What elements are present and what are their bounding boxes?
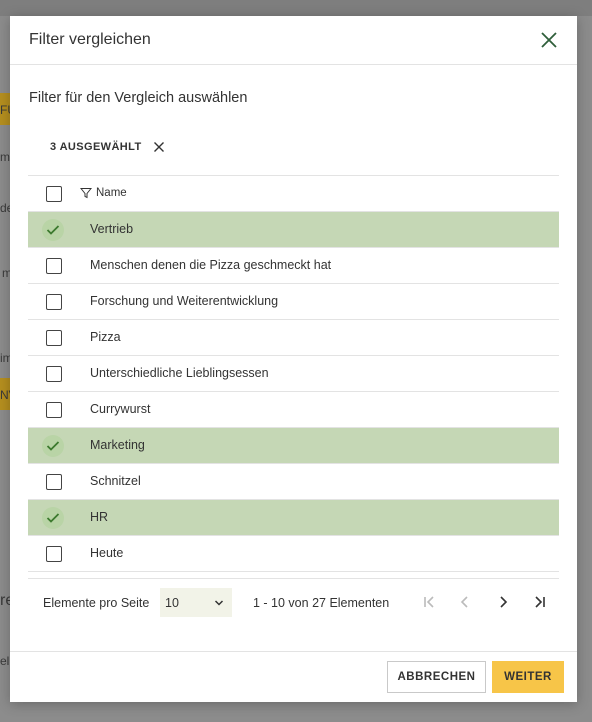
- close-icon[interactable]: [537, 28, 561, 52]
- page-size-value: 10: [165, 596, 179, 610]
- row-label: Vertrieb: [90, 222, 134, 236]
- table-row[interactable]: Forschung und Weiterentwicklung: [28, 284, 559, 320]
- dialog-title: Filter vergleichen: [29, 31, 151, 48]
- row-label: Pizza: [90, 330, 121, 344]
- selection-chip: 3 AUSGEWÄHLT: [50, 136, 166, 158]
- row-label: Schnitzel: [90, 474, 141, 488]
- row-checkbox-checked[interactable]: [42, 219, 64, 241]
- row-label: HR: [90, 510, 109, 524]
- row-checkbox[interactable]: [46, 402, 62, 418]
- row-label: Forschung und Weiterentwicklung: [90, 294, 279, 308]
- row-checkbox[interactable]: [46, 294, 62, 310]
- row-label: Unterschiedliche Lieblingsessen: [90, 366, 269, 380]
- next-page-icon[interactable]: [493, 592, 513, 612]
- row-checkbox-checked[interactable]: [42, 435, 64, 457]
- check-icon: [46, 225, 60, 235]
- filter-compare-dialog: Filter vergleichen Filter für den Vergle…: [10, 16, 577, 702]
- background-header-bar: [0, 0, 592, 16]
- row-checkbox[interactable]: [46, 474, 62, 490]
- dialog-footer: ABBRECHEN WEITER: [10, 651, 577, 702]
- filter-table: Name Vertrieb Menschen denen die Pizza ge…: [28, 175, 559, 572]
- table-row[interactable]: Currywurst: [28, 392, 559, 428]
- table-row[interactable]: Schnitzel: [28, 464, 559, 500]
- table-row[interactable]: Marketing: [28, 428, 559, 464]
- name-column-label: Name: [96, 187, 127, 199]
- row-checkbox[interactable]: [46, 330, 62, 346]
- row-checkbox[interactable]: [46, 546, 62, 562]
- background-text: m: [0, 150, 10, 164]
- row-checkbox[interactable]: [46, 258, 62, 274]
- table-row[interactable]: HR: [28, 500, 559, 536]
- table-header: Name: [28, 175, 559, 212]
- chevron-down-icon: [214, 600, 224, 606]
- row-label: Currywurst: [90, 402, 151, 416]
- last-page-icon[interactable]: [530, 592, 550, 612]
- clear-selection-icon[interactable]: [152, 140, 166, 154]
- per-page-label: Elemente pro Seite: [43, 596, 150, 610]
- table-row[interactable]: Heute: [28, 536, 559, 572]
- prev-page-icon[interactable]: [455, 592, 475, 612]
- table-body: Vertrieb Menschen denen die Pizza geschme…: [28, 212, 559, 572]
- row-checkbox[interactable]: [46, 366, 62, 382]
- first-page-icon[interactable]: [419, 592, 439, 612]
- name-column-header[interactable]: Name: [80, 187, 127, 199]
- row-checkbox-checked[interactable]: [42, 507, 64, 529]
- row-label: Marketing: [90, 438, 145, 452]
- table-row[interactable]: Vertrieb: [28, 212, 559, 248]
- filter-icon: [80, 188, 92, 199]
- dialog-header: Filter vergleichen: [10, 16, 577, 65]
- row-label: Heute: [90, 546, 124, 560]
- table-row[interactable]: Unterschiedliche Lieblingsessen: [28, 356, 559, 392]
- background-text: el: [0, 654, 10, 668]
- select-all-checkbox[interactable]: [46, 186, 62, 202]
- row-label: Menschen denen die Pizza geschmeckt hat: [90, 258, 332, 272]
- table-row[interactable]: Menschen denen die Pizza geschmeckt hat: [28, 248, 559, 284]
- table-row[interactable]: Pizza: [28, 320, 559, 356]
- dialog-subtitle: Filter für den Vergleich auswählen: [29, 90, 248, 106]
- page-size-select[interactable]: 10: [160, 588, 232, 617]
- cancel-button[interactable]: ABBRECHEN: [387, 661, 486, 693]
- pagination-bar: Elemente pro Seite 10 1 - 10 von 27 Elem…: [28, 578, 559, 624]
- pagination-range: 1 - 10 von 27 Elementen: [253, 596, 390, 610]
- next-button[interactable]: WEITER: [492, 661, 564, 693]
- check-icon: [46, 441, 60, 451]
- check-icon: [46, 513, 60, 523]
- selection-count: 3 AUSGEWÄHLT: [50, 141, 142, 153]
